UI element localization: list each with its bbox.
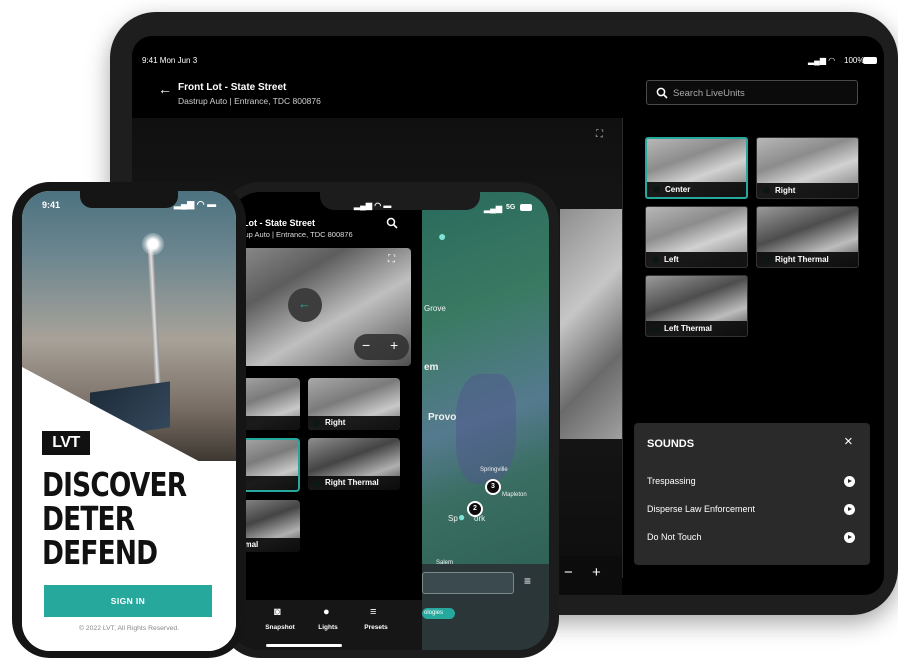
tablet-status-time: 9:41 Mon Jun 3 <box>142 56 198 65</box>
sound-item-do-not-touch[interactable]: Do Not Touch <box>634 529 870 549</box>
headline-line-1: DISCOVER <box>42 465 187 504</box>
map-search-field[interactable] <box>422 572 514 594</box>
signal-icon: ▂▄▆ <box>484 204 502 213</box>
signal-icon: ▂▄▆ ◠ ▬ <box>354 201 392 210</box>
location-pin-icon: ● <box>438 228 447 244</box>
search-input[interactable] <box>673 85 853 101</box>
map-cluster-marker[interactable]: 2 <box>467 501 483 517</box>
search-icon[interactable] <box>386 217 398 229</box>
map-label: Springville <box>480 467 508 473</box>
sound-item-trespassing[interactable]: Trespassing <box>634 473 870 493</box>
zoom-controls: − + <box>560 556 622 595</box>
map-label: Provo <box>428 412 457 423</box>
sounds-title: SOUNDS <box>647 438 695 450</box>
camera-thumb-label: Right Thermal <box>757 252 858 267</box>
battery-icon <box>520 204 532 211</box>
phone-middle-screen: ▂▄▆ 5G ● Grove em Provo Springville Mapl… <box>230 192 549 650</box>
search-box <box>646 80 858 105</box>
bottom-tab-bar: ◙ Snapshot ● Lights ≡ Presets <box>230 600 422 650</box>
map-label: em <box>424 362 439 373</box>
back-arrow-icon[interactable]: ← <box>158 81 172 97</box>
camera-thumb-right[interactable]: Right <box>308 378 400 430</box>
zoom-out-button[interactable]: − <box>362 337 370 353</box>
sound-item-label: Disperse Law Enforcement <box>647 504 756 514</box>
copyright-text: © 2022 LVT, All Rights Reserved. <box>78 625 180 632</box>
page-subtitle: Dastrup Auto | Entrance, TDC 800876 <box>178 96 321 106</box>
zoom-out-button[interactable]: − <box>564 564 573 581</box>
signal-icon: ▂▄▆ ◠ ▬ <box>174 199 217 209</box>
lvt-logo: LVT <box>42 431 90 455</box>
menu-icon[interactable]: ≡ <box>524 574 531 588</box>
back-button[interactable]: ← <box>288 288 322 322</box>
camera-thumb-right[interactable]: Right <box>756 137 859 199</box>
filter-chip[interactable]: ologies <box>422 608 456 619</box>
sound-item-disperse[interactable]: Disperse Law Enforcement <box>634 501 870 521</box>
status-time: 9:41 <box>42 200 61 210</box>
tablet-battery-label: 100% <box>844 56 865 65</box>
location-pin-icon: ● <box>458 510 466 524</box>
camera-thumb-label: Right <box>308 416 400 430</box>
page-title: Front Lot - State Street <box>178 82 287 93</box>
back-arrow-icon: ← <box>298 296 311 311</box>
play-icon[interactable] <box>844 504 855 515</box>
battery-icon <box>863 57 877 64</box>
white-wedge <box>22 367 236 651</box>
sound-item-label: Trespassing <box>647 476 696 486</box>
camera-thumb-left-thermal[interactable]: Left Thermal <box>645 275 748 337</box>
map-label: Sp <box>448 514 458 523</box>
zoom-in-button[interactable]: + <box>390 337 398 353</box>
tab-label: Lights <box>318 624 338 631</box>
page-subtitle: astrup Auto | Entrance, TDC 800876 <box>232 230 353 239</box>
camera-thumb-label: Left Thermal <box>646 321 747 336</box>
camera-thumb-label: Center <box>647 182 746 197</box>
camera-thumb-left[interactable]: Left <box>645 206 748 268</box>
lightbulb-icon: ● <box>323 606 330 618</box>
zoom-in-button[interactable]: + <box>592 564 601 581</box>
camera-thumb-label: Right Thermal <box>308 476 400 490</box>
fullscreen-icon[interactable]: ⛶ <box>596 129 603 140</box>
main-video-visible-region <box>560 209 622 439</box>
fullscreen-icon[interactable]: ⛶ <box>388 254 395 265</box>
headline-line-2: DETER <box>42 499 135 538</box>
list-icon: ≡ <box>370 606 377 618</box>
signal-icon: ▂▄▆ ◠ <box>808 56 836 65</box>
play-icon[interactable] <box>844 476 855 487</box>
search-icon <box>656 87 668 99</box>
zoom-controls: − + <box>354 334 409 360</box>
sound-item-label: Do Not Touch <box>647 532 702 542</box>
camera-thumb-right-thermal[interactable]: Right Thermal <box>756 206 859 268</box>
camera-thumb-label: Left <box>646 252 747 267</box>
phone-front-screen: 9:41 ▂▄▆ ◠ ▬ LVT DISCOVER DETER DEFEND S… <box>22 191 236 651</box>
sign-in-button[interactable]: SIGN IN <box>44 585 212 617</box>
play-icon[interactable] <box>844 532 855 543</box>
camera-thumb-label: Right <box>757 183 858 198</box>
network-label: 5G <box>506 204 516 211</box>
tab-label: Presets <box>364 624 388 631</box>
home-indicator <box>266 644 342 647</box>
tab-label: Snapshot <box>265 624 295 631</box>
map-label: Grove <box>424 304 446 313</box>
map-label: Mapleton <box>502 492 527 498</box>
camera-thumb-right-thermal[interactable]: Right Thermal <box>308 438 400 490</box>
sounds-panel: SOUNDS × Trespassing Disperse Law Enforc… <box>634 423 870 565</box>
map-cluster-marker[interactable]: 3 <box>485 479 501 495</box>
close-icon[interactable]: × <box>844 433 853 450</box>
divider <box>622 118 623 578</box>
phone-notch <box>320 192 480 210</box>
headline-line-3: DEFEND <box>42 533 158 572</box>
phone-notch <box>80 191 178 208</box>
camera-icon: ◙ <box>274 606 281 618</box>
camera-thumb-center[interactable]: Center <box>645 137 748 199</box>
